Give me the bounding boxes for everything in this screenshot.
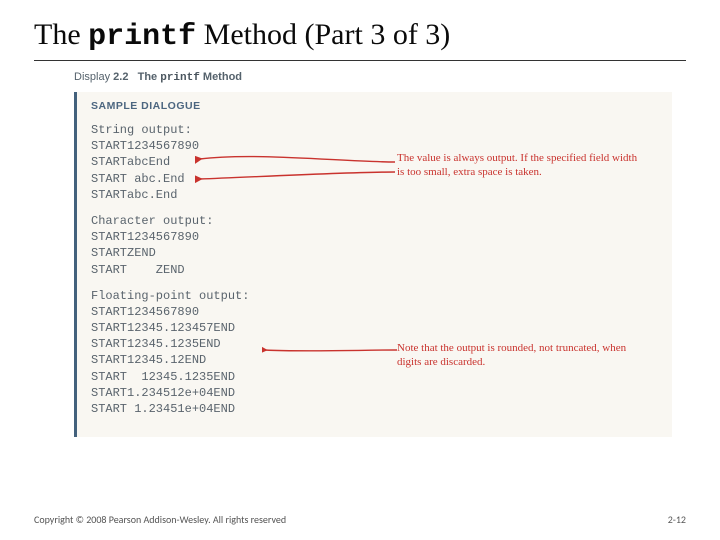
- slide: The printf Method (Part 3 of 3) Display …: [0, 0, 720, 540]
- title-post: Method (Part 3 of 3): [196, 18, 450, 51]
- page-number: 2-12: [668, 513, 686, 526]
- title-code: printf: [88, 20, 196, 54]
- char-output-block: Character output: START1234567890 STARTZ…: [91, 213, 660, 278]
- sample-panel: SAMPLE DIALOGUE String output: START1234…: [74, 92, 672, 437]
- title-pre: The: [34, 18, 88, 51]
- display-rest2: Method: [200, 71, 242, 83]
- display-label: Display: [74, 71, 110, 83]
- annotation-rounding: Note that the output is rounded, not tru…: [397, 342, 647, 370]
- annotation-field-width: The value is always output. If the speci…: [397, 152, 647, 180]
- display-caption: Display 2.2 The printf Method: [74, 71, 686, 84]
- copyright-text: Copyright © 2008 Pearson Addison-Wesley.…: [34, 513, 286, 526]
- display-rest1: The: [138, 71, 161, 83]
- footer: Copyright © 2008 Pearson Addison-Wesley.…: [34, 513, 686, 526]
- display-code: printf: [160, 72, 200, 84]
- slide-title: The printf Method (Part 3 of 3): [34, 18, 686, 61]
- sample-heading: SAMPLE DIALOGUE: [91, 100, 660, 112]
- display-number: 2.2: [113, 71, 128, 83]
